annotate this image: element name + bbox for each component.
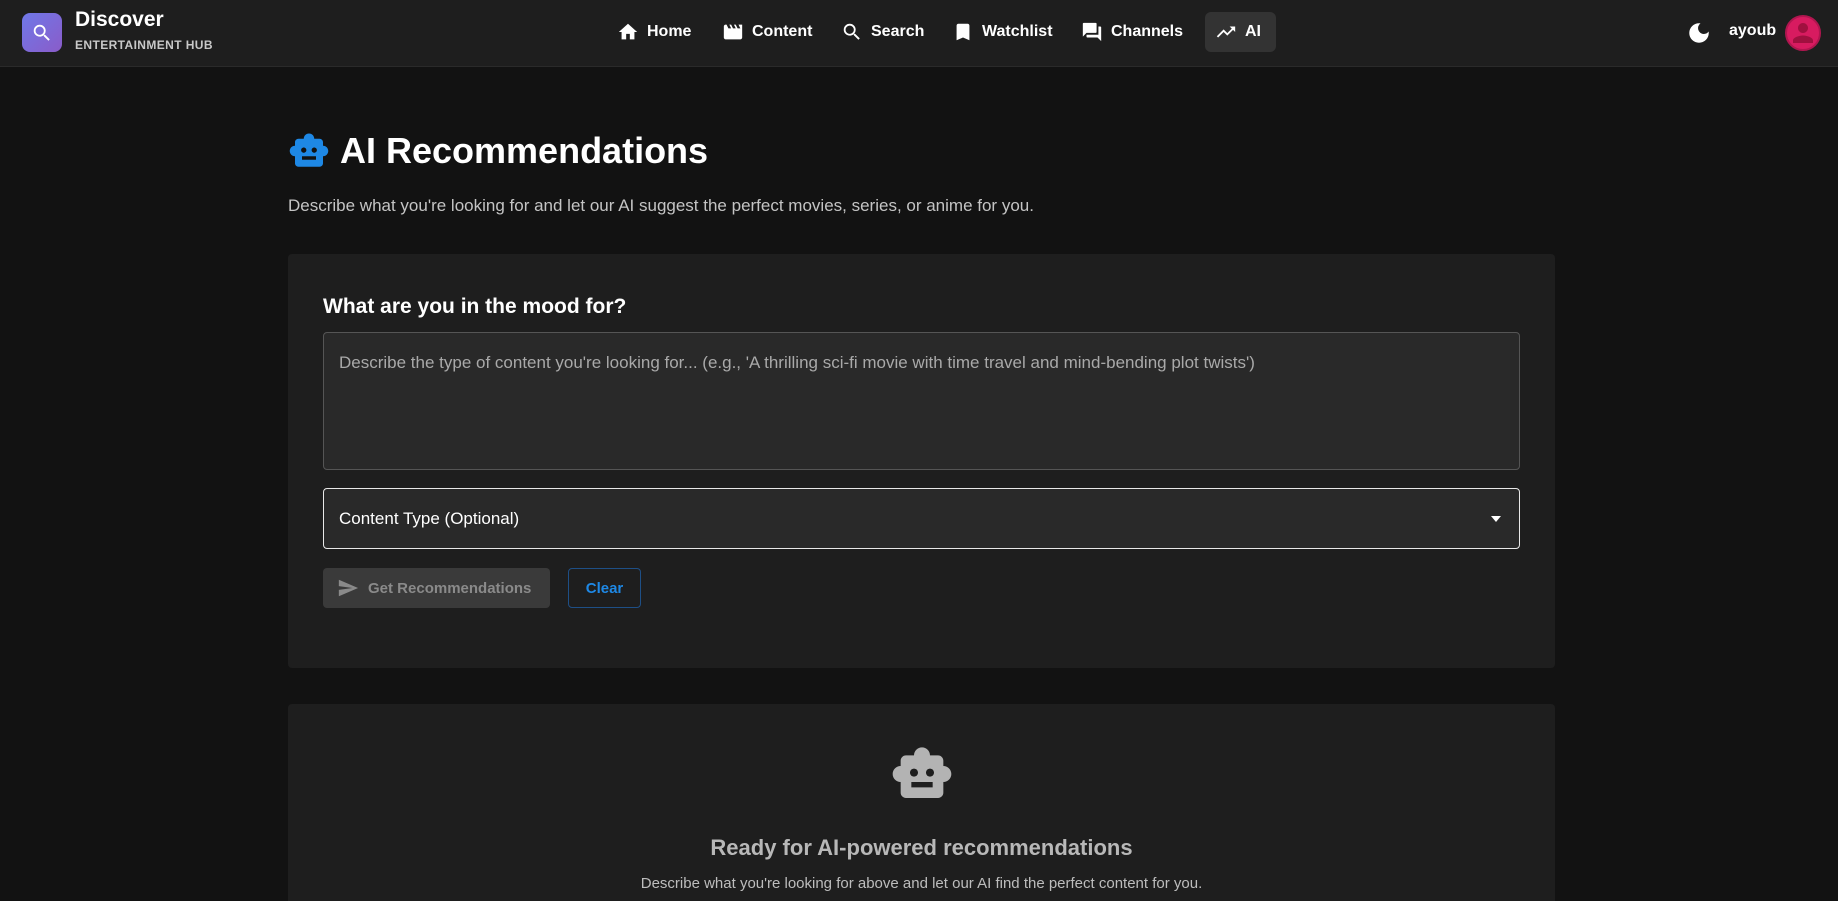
- home-icon: [618, 23, 638, 40]
- empty-state-card: Ready for AI-powered recommendations Des…: [288, 704, 1555, 901]
- main-nav: Home Content Search Watchlist Channels A…: [0, 0, 1838, 67]
- robot-icon: [892, 747, 952, 798]
- top-app-bar: Discover ENTERTAINMENT HUB Home Content …: [0, 0, 1838, 67]
- nav-item-home[interactable]: Home: [607, 12, 701, 52]
- nav-item-label: AI: [1245, 23, 1261, 40]
- person-icon: [1793, 23, 1813, 43]
- nav-item-ai[interactable]: AI: [1205, 12, 1276, 52]
- caret-down-icon: [1491, 516, 1501, 522]
- chat-icon: [1082, 22, 1102, 42]
- nav-item-label: Home: [647, 23, 692, 40]
- nav-item-channels[interactable]: Channels: [1071, 12, 1193, 52]
- nav-item-label: Watchlist: [982, 23, 1053, 40]
- search-icon: [843, 23, 860, 40]
- username[interactable]: ayoub: [1729, 22, 1776, 40]
- get-recommendations-button[interactable]: Get Recommendations: [323, 568, 550, 608]
- nav-item-content[interactable]: Content: [712, 12, 822, 52]
- bookmark-icon: [956, 23, 970, 41]
- nav-item-label: Channels: [1111, 23, 1184, 40]
- form-heading: What are you in the mood for?: [323, 295, 627, 318]
- trending-up-icon: [1216, 26, 1236, 38]
- moon-icon: [1689, 23, 1709, 43]
- movie-icon: [723, 24, 743, 40]
- empty-state-description: Describe what you're looking for above a…: [640, 875, 1203, 892]
- mood-description-input[interactable]: [323, 332, 1520, 470]
- page-title: AI Recommendations: [340, 130, 709, 171]
- send-icon: [338, 579, 359, 597]
- robot-icon: [289, 133, 329, 167]
- nav-item-search[interactable]: Search: [831, 12, 934, 52]
- clear-button[interactable]: Clear: [568, 568, 641, 608]
- nav-item-label: Content: [752, 23, 813, 40]
- avatar[interactable]: [1785, 15, 1821, 51]
- nav-item-label: Search: [871, 23, 925, 40]
- content-type-label: Content Type (Optional): [339, 508, 520, 528]
- nav-item-watchlist[interactable]: Watchlist: [942, 12, 1063, 52]
- page-description: Describe what you're looking for and let…: [288, 196, 1034, 215]
- theme-toggle-button[interactable]: [1686, 20, 1712, 46]
- recommendation-form-card: What are you in the mood for? Content Ty…: [288, 254, 1555, 668]
- content-type-select[interactable]: Content Type (Optional): [323, 488, 1520, 549]
- get-recommendations-label: Get Recommendations: [368, 579, 532, 597]
- empty-state-title: Ready for AI-powered recommendations: [710, 835, 1133, 860]
- page-header: AI Recommendations: [288, 130, 708, 172]
